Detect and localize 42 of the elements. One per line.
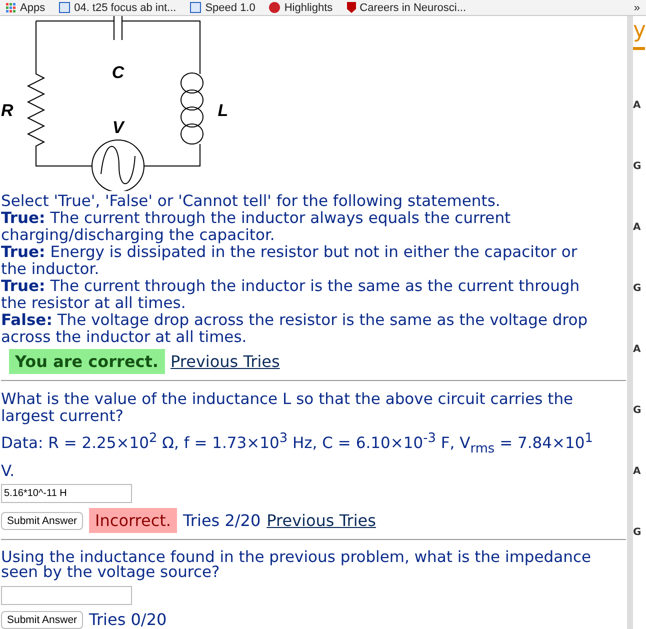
bookmark-link[interactable]: Speed 1.0 — [205, 2, 256, 14]
side-label: A — [633, 344, 641, 355]
side-label: G — [633, 161, 642, 172]
question-prompt: Using the inductance found in the previous problem, what is the impedance seen by the voltage source? — [1, 550, 592, 580]
feedback-label: Incorrect. — [89, 508, 177, 534]
tries-count: Tries 0/20 — [89, 610, 167, 629]
side-heading: y — [633, 18, 645, 50]
answer-field[interactable] — [1, 586, 132, 605]
statement-text: True: The current through the inductor is the same as the current through the resistor at all times. — [1, 278, 581, 312]
side-label: G — [633, 527, 642, 538]
answer-field[interactable]: 5.16*10^-11 H — [1, 484, 132, 504]
previous-tries-link[interactable]: Previous Tries — [170, 352, 280, 372]
component-label: C — [112, 63, 124, 82]
submit-button[interactable]: Submit Answer — [1, 512, 84, 530]
submit-button[interactable]: Submit Answer — [1, 610, 84, 628]
problem-data: Data: R = 2.25×10$^{2}$ Ω, f = 1.73×10$^{3}$ Hz, C = 6.10×10$^{-3}$ F, V$_{rms}$ = 7.84×10$^{1}$ V. — [1, 430, 594, 482]
side-label: A — [633, 100, 641, 111]
component-label: R — [1, 101, 14, 120]
bookmark-link[interactable]: Careers in Neurosci... — [360, 2, 466, 14]
question-prompt: Select 'True', 'False' or 'Cannot tell' for the following statements. — [1, 193, 502, 210]
previous-tries-link[interactable]: Previous Tries — [266, 511, 376, 530]
page-icon — [190, 2, 202, 13]
apps-grid-icon — [6, 2, 16, 12]
question-prompt: What is the value of the inductance L so that the above circuit carries the largest current? — [1, 391, 574, 426]
side-label: A — [633, 466, 641, 477]
component-label: L — [218, 101, 228, 120]
feedback-label: You are correct. — [9, 349, 164, 374]
statement-text: False: The voltage drop across the resistor is the same as the voltage drop across the inductor at all times. — [1, 312, 589, 346]
bookmark-link[interactable]: 04. t25 focus ab int... — [74, 2, 176, 14]
component-label: V — [112, 118, 124, 137]
side-label: G — [633, 283, 642, 294]
side-label: G — [633, 405, 642, 416]
tries-count: Tries 2/20 — [183, 511, 261, 530]
statement-text: True: The current through the inductor always equals the current charging/discharging the capacitor. — [1, 210, 512, 244]
bookmark-link[interactable]: Apps — [20, 2, 46, 14]
side-label: A — [633, 222, 641, 233]
page-icon — [59, 2, 70, 13]
bookmarks-overflow[interactable]: » — [634, 2, 640, 14]
shield-icon — [346, 2, 356, 13]
statement-text: True: Energy is dissipated in the resistor but not in either the capacitor or the inductor. — [1, 244, 578, 278]
pin-icon — [269, 2, 280, 13]
bookmark-link[interactable]: Highlights — [284, 2, 333, 14]
